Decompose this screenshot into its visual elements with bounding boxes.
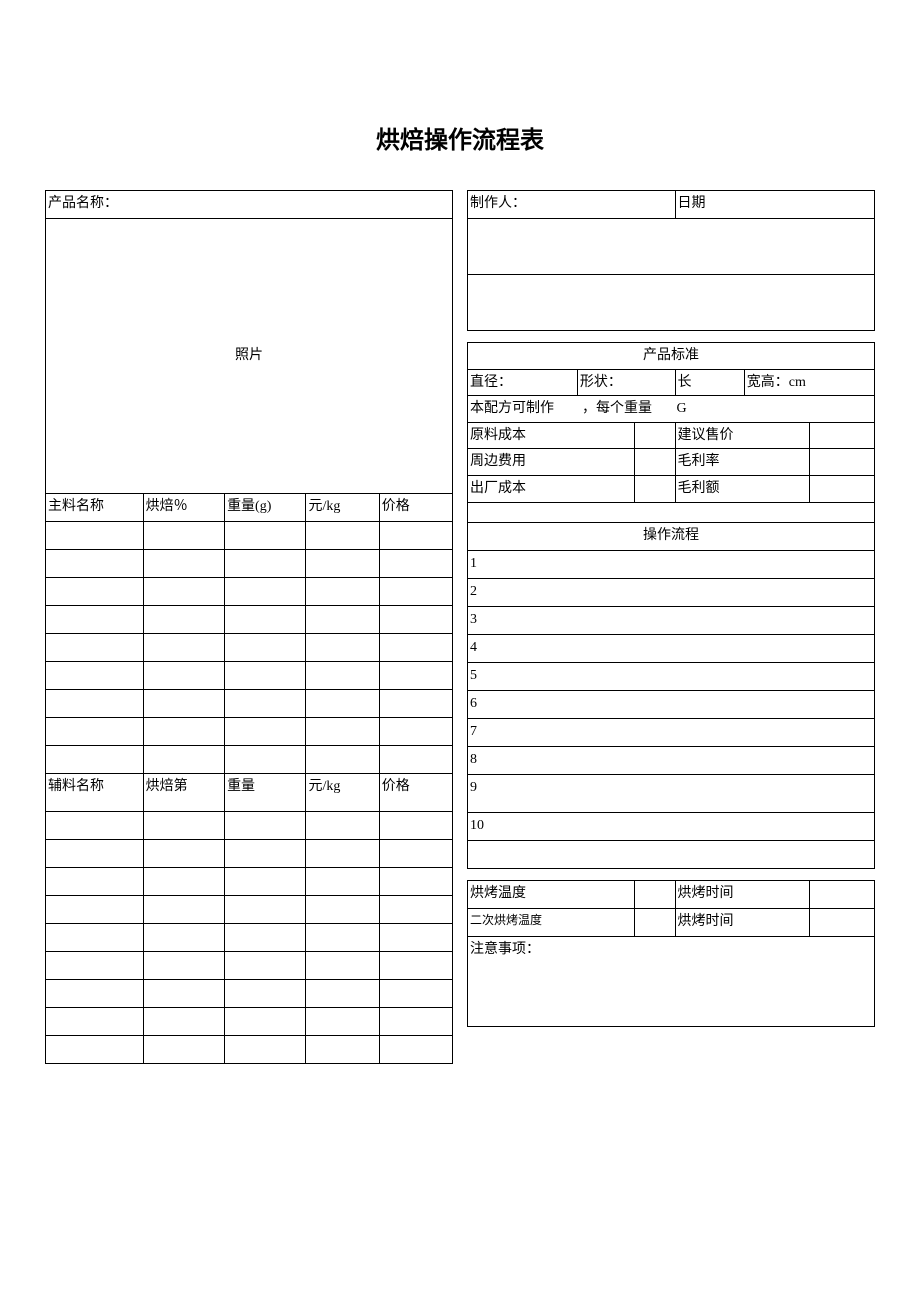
main-header-3: 元/kg [306, 494, 379, 522]
aux-header-2: 重量 [225, 774, 306, 812]
table-row [46, 924, 453, 952]
main-header-1: 烘焙％ [143, 494, 224, 522]
product-name-label: 产品名称： [46, 191, 453, 219]
raw-cost-label: 原料成本 [468, 422, 635, 449]
recipe-suffix: G [677, 401, 687, 416]
recipe-prefix: 本配方可制作 [470, 401, 554, 416]
table-row [46, 718, 453, 746]
suggest-price-value [809, 422, 874, 449]
step-6: 6 [468, 690, 875, 718]
table-row [46, 522, 453, 550]
table-row [46, 550, 453, 578]
bake-temp-label: 烘烤温度 [468, 880, 635, 908]
left-table: 产品名称： 照片 主料名称 烘焙％ 重量(g) 元/kg 价格 辅料名称 烘焙第… [45, 190, 453, 1064]
right-table: 制作人： 日期 产品标准 直径： 形状： 长 宽高：cm 本配方可制作 ，每个重… [467, 190, 875, 1027]
step-8: 8 [468, 746, 875, 774]
aux-header-3: 元/kg [306, 774, 379, 812]
second-bake-temp-label: 二次烘烤温度 [468, 908, 635, 936]
main-header-2: 重量(g) [225, 494, 306, 522]
step-7: 7 [468, 718, 875, 746]
aux-header-4: 价格 [379, 774, 452, 812]
table-row [46, 578, 453, 606]
periph-cost-label: 周边费用 [468, 449, 635, 476]
table-row [46, 812, 453, 840]
table-row [46, 746, 453, 774]
table-row [46, 980, 453, 1008]
gross-amount-label: 毛利额 [675, 475, 809, 502]
bake-time-label: 烘烤时间 [675, 880, 809, 908]
raw-cost-value [634, 422, 675, 449]
aux-header-1: 烘焙第 [143, 774, 224, 812]
aux-header-0: 辅料名称 [46, 774, 144, 812]
step-5: 5 [468, 662, 875, 690]
step-4: 4 [468, 634, 875, 662]
second-bake-time-label: 烘烤时间 [675, 908, 809, 936]
producer-label: 制作人： [468, 191, 676, 219]
table-row [46, 952, 453, 980]
table-row [46, 1008, 453, 1036]
periph-cost-value [634, 449, 675, 476]
form-container: 产品名称： 照片 主料名称 烘焙％ 重量(g) 元/kg 价格 辅料名称 烘焙第… [45, 190, 875, 1064]
step-1: 1 [468, 550, 875, 578]
suggest-price-label: 建议售价 [675, 422, 809, 449]
bake-temp-value [634, 880, 675, 908]
main-header-row: 主料名称 烘焙％ 重量(g) 元/kg 价格 [46, 494, 453, 522]
aux-header-row: 辅料名称 烘焙第 重量 元/kg 价格 [46, 774, 453, 812]
spacer [468, 868, 875, 880]
width-label: 宽高：cm [744, 369, 874, 396]
step-3: 3 [468, 606, 875, 634]
left-column: 产品名称： 照片 主料名称 烘焙％ 重量(g) 元/kg 价格 辅料名称 烘焙第… [45, 190, 453, 1064]
right-column: 制作人： 日期 产品标准 直径： 形状： 长 宽高：cm 本配方可制作 ，每个重… [467, 190, 875, 1064]
factory-cost-value [634, 475, 675, 502]
table-row [46, 896, 453, 924]
blank-row [468, 219, 875, 275]
table-row [46, 606, 453, 634]
gross-rate-label: 毛利率 [675, 449, 809, 476]
bake-time-value [809, 880, 874, 908]
gross-amount-value [809, 475, 874, 502]
photo-cell: 照片 [46, 219, 453, 494]
step-2: 2 [468, 578, 875, 606]
factory-cost-label: 出厂成本 [468, 475, 635, 502]
shape-label: 形状： [577, 369, 675, 396]
step-9: 9 [468, 774, 875, 812]
standard-header: 产品标准 [468, 343, 875, 370]
blank-row [468, 502, 875, 522]
main-header-0: 主料名称 [46, 494, 144, 522]
table-row [46, 634, 453, 662]
second-bake-temp-value [634, 908, 675, 936]
recipe-mid: ，每个重量 [582, 401, 652, 416]
step-10: 10 [468, 812, 875, 840]
main-header-4: 价格 [379, 494, 452, 522]
second-bake-time-value [809, 908, 874, 936]
gross-rate-value [809, 449, 874, 476]
document-title: 烘焙操作流程表 [45, 120, 875, 155]
spacer [468, 331, 875, 343]
diameter-label: 直径： [468, 369, 578, 396]
table-row [46, 868, 453, 896]
blank-row [468, 840, 875, 868]
table-row [46, 840, 453, 868]
process-header: 操作流程 [468, 522, 875, 550]
table-row [46, 690, 453, 718]
table-row [46, 662, 453, 690]
blank-row [468, 275, 875, 331]
date-label: 日期 [675, 191, 874, 219]
notes-label: 注意事项： [468, 936, 875, 1026]
length-label: 长 [675, 369, 744, 396]
table-row [46, 1036, 453, 1064]
recipe-row: 本配方可制作 ，每个重量 G [468, 396, 875, 423]
